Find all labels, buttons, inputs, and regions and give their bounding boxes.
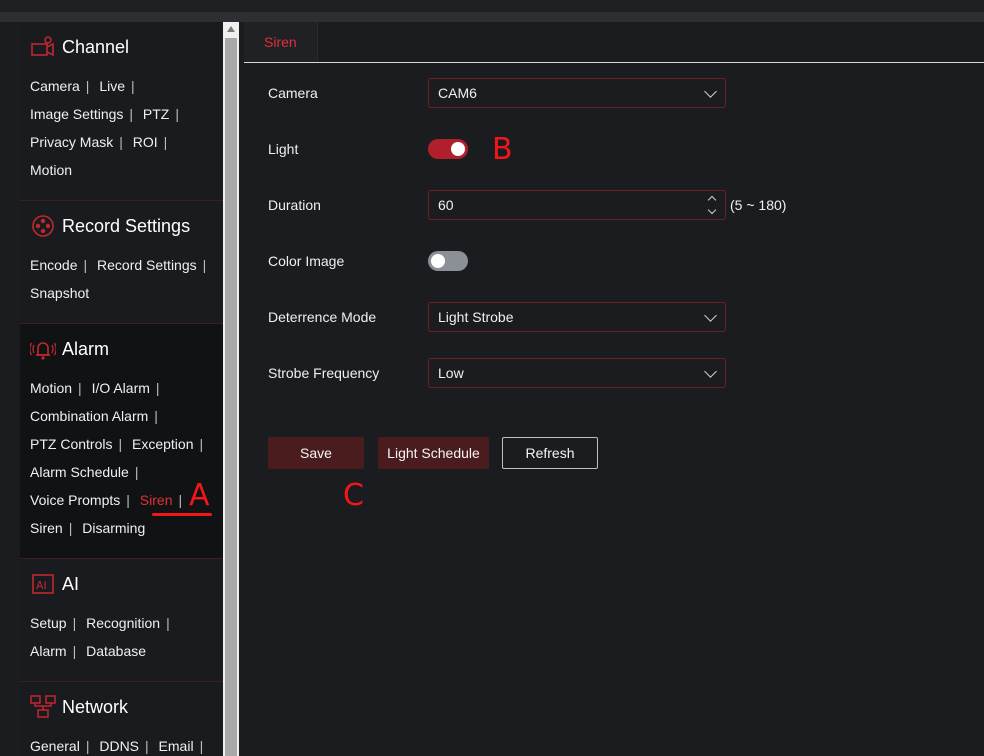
section-header-network[interactable]: Network (30, 682, 223, 732)
sidebar-link-siren[interactable]: Siren (30, 520, 63, 536)
annotation-underline (152, 513, 212, 516)
network-icon (30, 694, 56, 720)
refresh-button[interactable]: Refresh (502, 437, 598, 469)
camera-label: Camera (268, 85, 318, 101)
sidebar-link-recognition[interactable]: Recognition (86, 615, 160, 631)
deterrence-label: Deterrence Mode (268, 309, 377, 325)
color-image-row: Color Image (268, 245, 468, 277)
section-title: Record Settings (62, 215, 191, 236)
section-header-alarm[interactable]: Alarm (30, 324, 223, 374)
sidebar-link-image-settings[interactable]: Image Settings (30, 106, 123, 122)
scrollbar-thumb[interactable] (225, 38, 237, 756)
strobe-select[interactable]: Low (428, 358, 726, 388)
deterrence-value: Light Strobe (438, 309, 514, 325)
deterrence-row: Deterrence Mode Light Strobe (268, 301, 726, 333)
top-bar-divider (0, 12, 984, 22)
camera-value: CAM6 (438, 85, 477, 101)
sidebar-link-live[interactable]: Live (99, 78, 125, 94)
section-title: Channel (62, 36, 130, 57)
sidebar-link-alarm-schedule[interactable]: Alarm Schedule (30, 464, 129, 480)
tab-bar: Siren (244, 22, 984, 63)
section-title: Alarm (62, 338, 110, 359)
light-schedule-button[interactable]: Light Schedule (378, 437, 489, 469)
sidebar-section-record: Record Settings Encode | Record Settings |… (20, 201, 223, 324)
tab-siren[interactable]: Siren (244, 22, 318, 62)
sidebar-link-email[interactable]: Email (159, 738, 194, 754)
sidebar-link-siren-active[interactable]: Siren (140, 492, 173, 508)
light-row: Light (268, 133, 468, 165)
sidebar-link-io-alarm[interactable]: I/O Alarm (92, 380, 150, 396)
duration-value: 60 (438, 197, 454, 213)
sidebar-link-voice-prompts[interactable]: Voice Prompts (30, 492, 120, 508)
sidebar-section-alarm: Alarm Motion | I/O Alarm | Combination Ala… (20, 324, 223, 559)
chevron-down-icon (704, 364, 717, 378)
sidebar-link-record-settings[interactable]: Record Settings (97, 257, 197, 273)
section-title: AI (62, 573, 80, 594)
sidebar-link-motion[interactable]: Motion (30, 162, 72, 178)
ai-icon: AI (30, 571, 56, 597)
sidebar-link-setup[interactable]: Setup (30, 615, 67, 631)
sidebar: Channel Camera | Live | Image Settings | PT… (20, 22, 223, 756)
section-header-ai[interactable]: AI AI (30, 559, 223, 609)
sidebar-link-ptz-controls[interactable]: PTZ Controls (30, 436, 112, 452)
section-header-channel[interactable]: Channel (30, 22, 223, 72)
section-header-record[interactable]: Record Settings (30, 201, 223, 251)
duration-input[interactable]: 60 (428, 190, 726, 220)
save-button[interactable]: Save (268, 437, 364, 469)
annotation-a: A (189, 478, 210, 513)
number-spinner[interactable] (707, 195, 717, 215)
strobe-row: Strobe Frequency Low (268, 357, 726, 389)
annotation-b: B (492, 132, 513, 167)
svg-text:AI: AI (36, 579, 47, 592)
strobe-value: Low (438, 365, 464, 381)
top-bar (0, 0, 984, 12)
color-image-toggle[interactable] (428, 251, 468, 271)
sidebar-link-roi[interactable]: ROI (133, 134, 158, 150)
sidebar-section-network: Network General | DDNS | Email | (20, 682, 223, 756)
camera-settings-icon (30, 34, 56, 60)
toggle-knob (431, 254, 445, 268)
duration-label: Duration (268, 197, 321, 213)
sidebar-link-camera[interactable]: Camera (30, 78, 80, 94)
strobe-label: Strobe Frequency (268, 365, 380, 381)
sidebar-link-encode[interactable]: Encode (30, 257, 77, 273)
sidebar-link-general[interactable]: General (30, 738, 80, 754)
toggle-knob (451, 142, 465, 156)
light-label: Light (268, 141, 299, 157)
sidebar-link-exception[interactable]: Exception (132, 436, 193, 452)
light-toggle[interactable] (428, 139, 468, 159)
film-reel-icon (30, 213, 56, 239)
sidebar-link-combination-alarm[interactable]: Combination Alarm (30, 408, 148, 424)
sidebar-section-ai: AI AI Setup | Recognition | Alarm | Databas… (20, 559, 223, 682)
sidebar-link-motion[interactable]: Motion (30, 380, 72, 396)
camera-select[interactable]: CAM6 (428, 78, 726, 108)
camera-row: Camera CAM6 (268, 77, 726, 109)
sidebar-link-ptz[interactable]: PTZ (143, 106, 169, 122)
annotation-c: C (343, 478, 364, 513)
duration-row: Duration 60 (5 ~ 180) (268, 189, 786, 221)
sidebar-link-snapshot[interactable]: Snapshot (30, 285, 89, 301)
sidebar-link-ddns[interactable]: DDNS (99, 738, 139, 754)
main-content: Siren Camera CAM6 Light Duration 60 (5 ~… (244, 22, 984, 756)
sidebar-section-channel: Channel Camera | Live | Image Settings | PT… (20, 22, 223, 201)
sidebar-link-disarming[interactable]: Disarming (82, 520, 145, 536)
sidebar-link-privacy-mask[interactable]: Privacy Mask (30, 134, 113, 150)
sidebar-scrollbar[interactable] (223, 22, 239, 756)
sidebar-link-alarm[interactable]: Alarm (30, 643, 67, 659)
duration-range: (5 ~ 180) (730, 197, 787, 213)
chevron-down-icon (704, 308, 717, 322)
alarm-bell-icon (30, 336, 56, 362)
spin-down-icon[interactable] (707, 205, 717, 215)
color-image-label: Color Image (268, 253, 345, 269)
deterrence-select[interactable]: Light Strobe (428, 302, 726, 332)
spin-up-icon[interactable] (707, 195, 717, 205)
chevron-down-icon (704, 84, 717, 98)
section-title: Network (62, 696, 129, 717)
scroll-up-icon[interactable] (227, 26, 235, 32)
sidebar-link-database[interactable]: Database (86, 643, 146, 659)
